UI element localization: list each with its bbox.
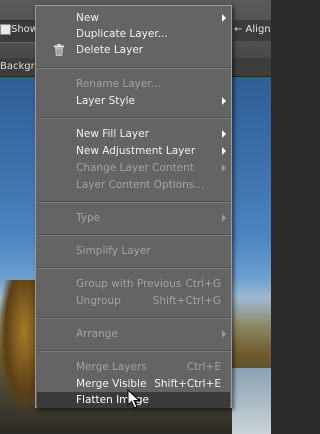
menu-item-new[interactable]: New — [37, 10, 230, 26]
menu-item-label: Duplicate Layer... — [76, 28, 168, 40]
submenu-arrow-icon — [222, 97, 226, 105]
menu-item-new-adjustment-layer[interactable]: New Adjustment Layer — [37, 143, 230, 159]
menu-item-ungroup[interactable]: Ungroup Shift+Ctrl+G — [37, 293, 230, 309]
canvas-tree — [0, 280, 40, 410]
layer-context-menu: New Duplicate Layer... Delete Layer Rename … — [35, 5, 232, 408]
menu-item-label: Simplify Layer — [76, 245, 151, 257]
menu-item-label: New — [76, 12, 99, 24]
menu-separator — [37, 117, 230, 119]
menu-separator — [37, 317, 230, 319]
menu-separator — [37, 350, 230, 352]
submenu-arrow-icon — [222, 14, 226, 22]
menu-item-shortcut: Shift+Ctrl+G — [152, 295, 221, 307]
canvas-water — [232, 368, 271, 434]
menu-item-shortcut: Ctrl+E — [186, 361, 221, 373]
menu-separator — [37, 201, 230, 203]
menu-item-label: Ungroup — [76, 295, 121, 307]
menu-item-new-fill-layer[interactable]: New Fill Layer — [37, 126, 230, 142]
menu-item-label: Delete Layer — [76, 44, 144, 56]
align-label: ← Align — [234, 24, 271, 35]
menu-item-label: New Adjustment Layer — [76, 145, 196, 157]
submenu-arrow-icon — [222, 214, 226, 222]
menu-separator — [37, 234, 230, 236]
menu-item-shortcut: Shift+Ctrl+E — [154, 378, 221, 390]
menu-item-type[interactable]: Type — [37, 210, 230, 226]
menu-item-label: Rename Layer... — [76, 78, 161, 90]
submenu-arrow-icon — [222, 164, 226, 172]
menu-item-label: Merge Layers — [76, 361, 147, 373]
menu-item-label: Type — [76, 212, 101, 224]
menu-item-group-with-previous[interactable]: Group with Previous Ctrl+G — [37, 276, 230, 292]
menu-item-label: Layer Content Options... — [76, 179, 205, 191]
mouse-cursor-icon — [127, 389, 141, 409]
menu-item-simplify-layer[interactable]: Simplify Layer — [37, 243, 230, 259]
menu-item-duplicate-layer[interactable]: Duplicate Layer... — [37, 26, 230, 42]
menu-separator — [37, 67, 230, 69]
menu-item-layer-content-options[interactable]: Layer Content Options... — [37, 177, 230, 193]
show-label: Show — [11, 24, 38, 35]
menu-item-label: Arrange — [76, 328, 118, 340]
menu-item-label: Group with Previous — [76, 278, 182, 290]
submenu-arrow-icon — [222, 330, 226, 338]
submenu-arrow-icon — [222, 147, 226, 155]
submenu-arrow-icon — [222, 130, 226, 138]
menu-item-label: Layer Style — [76, 95, 135, 107]
menu-item-layer-style[interactable]: Layer Style — [37, 93, 230, 109]
menu-item-merge-layers[interactable]: Merge Layers Ctrl+E — [37, 359, 230, 375]
menu-item-delete-layer[interactable]: Delete Layer — [37, 42, 230, 58]
menu-item-rename-layer[interactable]: Rename Layer... — [37, 76, 230, 92]
menu-item-label: New Fill Layer — [76, 128, 149, 140]
menu-item-arrange[interactable]: Arrange — [37, 326, 230, 342]
menu-item-label: Change Layer Content — [76, 162, 194, 174]
trash-icon — [54, 44, 64, 56]
show-checkbox[interactable] — [0, 24, 11, 35]
menu-separator — [37, 267, 230, 269]
menu-item-shortcut: Ctrl+G — [185, 278, 221, 290]
menu-item-change-layer-content[interactable]: Change Layer Content — [37, 160, 230, 176]
